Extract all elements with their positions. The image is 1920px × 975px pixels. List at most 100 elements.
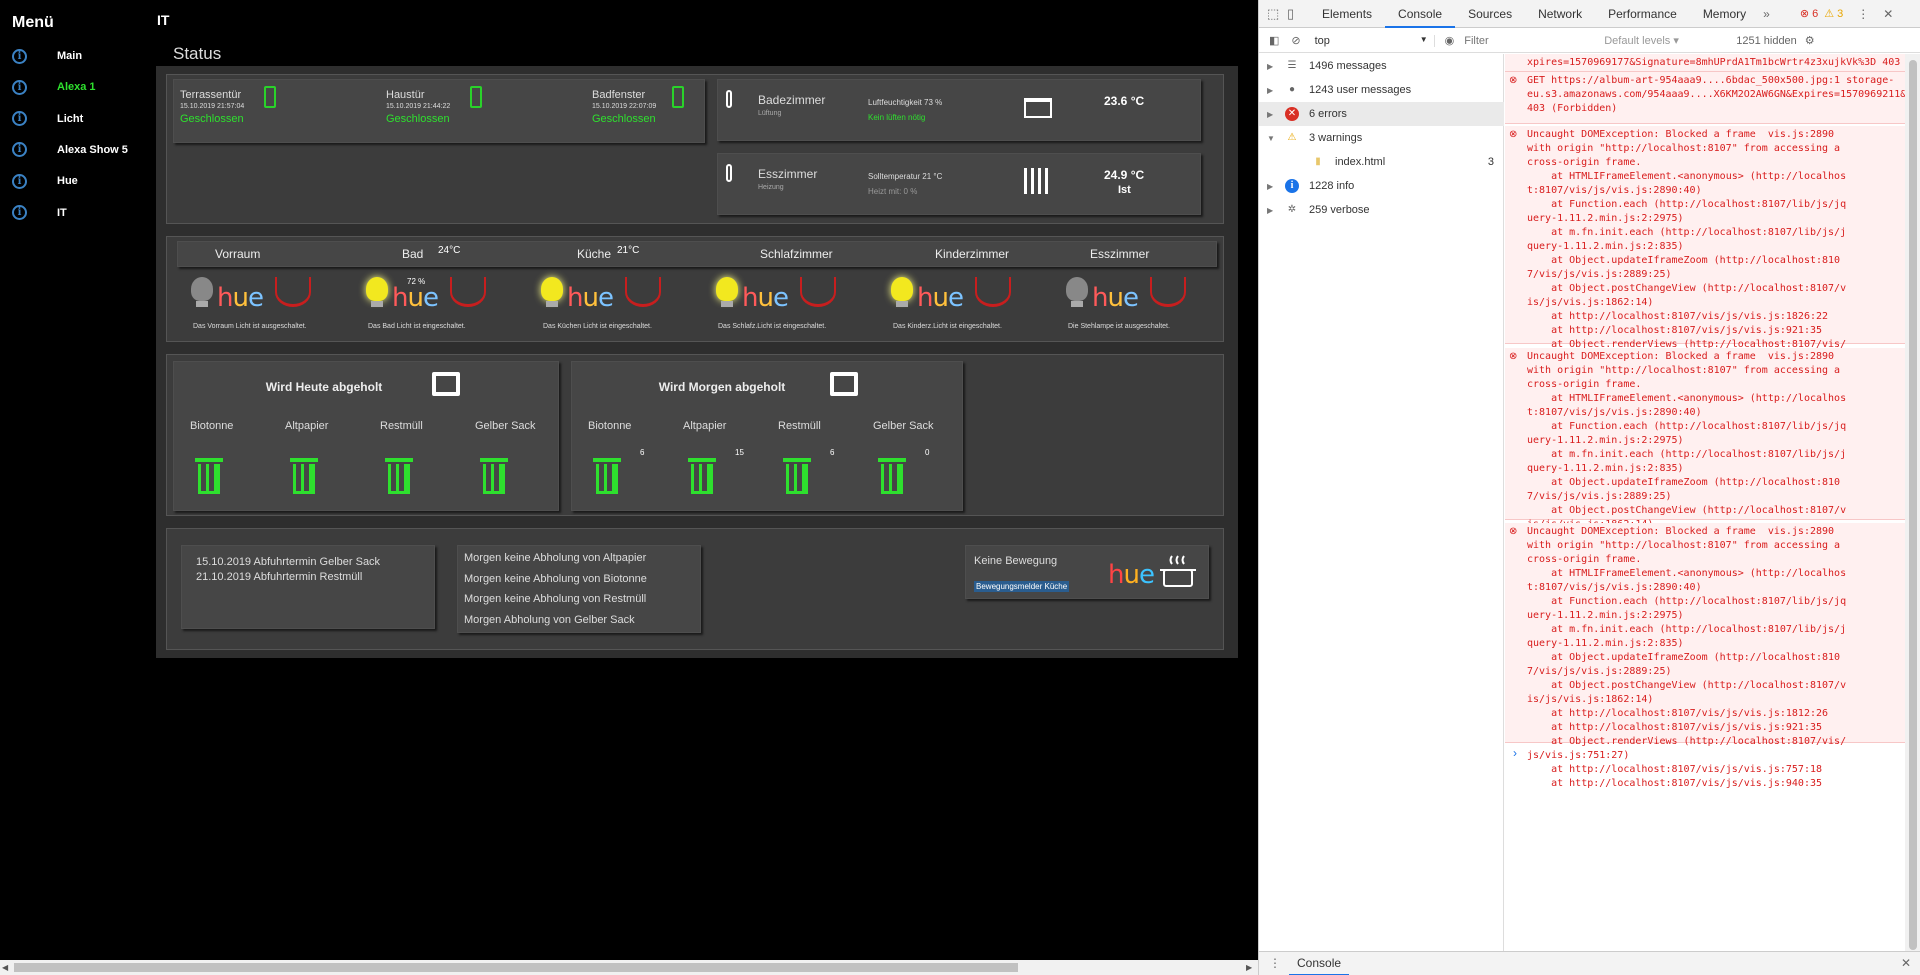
horizontal-scrollbar[interactable]: ◀ ▶ <box>0 960 1258 975</box>
climate-card-dining: Esszimmer Heizung Solltemperatur 21 °C Heiz… <box>717 153 1201 215</box>
door-time: 15.10.2019 21:57:04 <box>180 103 245 110</box>
bin-body <box>483 464 505 494</box>
drawer-menu-icon[interactable]: ⋮ <box>1269 956 1281 970</box>
log-text: GET https://album-art-954aaa9....6bdac_5… <box>1527 75 1905 114</box>
context-select[interactable]: top ▼ <box>1315 34 1435 47</box>
devtools-tab-elements[interactable]: Elements <box>1309 0 1385 28</box>
devtools-tab-memory[interactable]: Memory <box>1690 0 1759 28</box>
light-tile[interactable]: Schlafzimmer hue Das Schlafz.Licht ist ein… <box>712 237 887 341</box>
schedule-entry: 21.10.2019 Abfuhrtermin Restmüll <box>196 571 363 583</box>
menu-item-licht[interactable]: i Licht <box>12 107 83 131</box>
console-log-forbidden[interactable]: xpires=1570969177&Signature=8mhUPrdA1Tm1… <box>1505 54 1905 72</box>
console-scrollbar[interactable] <box>1905 54 1920 961</box>
console-filter---warnings[interactable]: ▼ ⚠ 3 warnings <box>1259 126 1504 150</box>
trash-bin-icon <box>782 454 812 494</box>
bulb-base <box>721 301 733 307</box>
menu-item-main[interactable]: i Main <box>12 44 82 68</box>
scroll-right-icon[interactable]: ▶ <box>1246 963 1252 972</box>
devtools-tab-network[interactable]: Network <box>1525 0 1595 28</box>
light-tile[interactable]: Küche 21°C hue Das Küchen Licht ist eingesc… <box>537 237 712 341</box>
drawer-close-icon[interactable]: ✕ <box>1901 956 1911 970</box>
section-title: Status <box>173 44 222 63</box>
climate-info: Solltemperatur 21 °C <box>868 172 943 181</box>
menu-item-it[interactable]: i IT <box>12 201 67 225</box>
filter-input[interactable] <box>1464 34 1605 47</box>
expand-arrow-icon[interactable]: ▼ <box>1267 134 1285 143</box>
light-tile[interactable]: Bad 24°C 72 % hue Das Bad Licht ist eingesch… <box>362 237 537 341</box>
pickup-note: Morgen keine Abholung von Altpapier <box>464 552 647 564</box>
console-filter------info[interactable]: ▶ i 1228 info <box>1259 174 1504 198</box>
trash-bin-icon <box>384 454 414 494</box>
console-filter-----verbose[interactable]: ▶ ✲ 259 verbose <box>1259 198 1504 222</box>
inspect-icon[interactable]: ⬚ <box>1267 6 1287 22</box>
bug-icon: ✲ <box>1287 204 1297 215</box>
devtools-tab-sources[interactable]: Sources <box>1455 0 1525 28</box>
expand-arrow-icon[interactable]: ▶ <box>1267 62 1285 71</box>
error-count-badge[interactable]: ⊗ 6 <box>1800 7 1818 20</box>
screen: Menü i Main i Alexa 1 i Licht i Alexa Show 5 i Hu… <box>0 0 1920 975</box>
console-filter------user-messages[interactable]: ▶ ● 1243 user messages <box>1259 78 1504 102</box>
menu-item-label: Alexa 1 <box>57 81 96 94</box>
drawer-tab-console[interactable]: Console <box>1289 952 1350 975</box>
clear-console-icon[interactable]: ⊘ <box>1291 34 1300 47</box>
menu-item-hue[interactable]: i Hue <box>12 169 78 193</box>
sidebar-menu: Menü i Main i Alexa 1 i Licht i Alexa Show 5 i Hu… <box>0 0 150 960</box>
console-log-exception[interactable]: ⊗ Uncaught DOMException: Blocked a frame … <box>1505 348 1905 614</box>
bulb-base <box>546 301 558 307</box>
warning-count-badge[interactable]: ⚠ 3 <box>1824 7 1843 20</box>
contact-sensor-icon <box>672 86 684 108</box>
menu-item-alexa-1[interactable]: i Alexa 1 <box>12 75 96 99</box>
console-log-get-error[interactable]: ⊗ GET https://album-art-954aaa9....6bdac_… <box>1505 72 1905 124</box>
light-tile[interactable]: Vorraum hue Das Vorraum Licht ist ausgesch… <box>187 237 362 341</box>
bin-label: Altpapier <box>285 420 329 432</box>
light-tile[interactable]: Kinderzimmer hue Das Kinderz.Licht ist ein… <box>887 237 1062 341</box>
expand-arrow-icon[interactable]: ▶ <box>1267 182 1285 191</box>
scroll-left-icon[interactable]: ◀ <box>2 963 8 972</box>
expand-arrow-icon[interactable]: ▶ <box>1267 86 1285 95</box>
expand-arrow-icon[interactable]: ▶ <box>1267 110 1285 119</box>
days-until-pickup: 15 <box>735 448 744 457</box>
expand-arrow-icon[interactable]: ▶ <box>1267 206 1285 215</box>
status-panel: Terrassentür 15.10.2019 21:57:04 Geschloss… <box>166 74 1224 224</box>
motion-state: Keine Bewegung <box>974 555 1058 567</box>
devtools-menu-icon[interactable]: ⋮ <box>1857 7 1869 21</box>
scrollbar-thumb[interactable] <box>14 963 1018 972</box>
radiator-icon <box>1024 168 1052 194</box>
trash-bin-icon <box>194 454 224 494</box>
info-icon: i <box>12 79 27 95</box>
light-status-text: Die Stehlampe ist ausgeschaltet. <box>1068 323 1170 330</box>
console-scroll-thumb[interactable] <box>1909 60 1917 950</box>
devtools-tab-performance[interactable]: Performance <box>1595 0 1690 28</box>
eye-icon[interactable]: ◉ <box>1445 34 1455 47</box>
bin-lid <box>688 458 716 462</box>
device-toggle-icon[interactable]: ▯ <box>1287 6 1309 22</box>
garbage-truck-icon <box>830 372 858 396</box>
user-icon: ● <box>1288 84 1296 95</box>
drawer-bar: ⋮ Console ✕ <box>1259 951 1920 975</box>
menu-item-alexa-show-5[interactable]: i Alexa Show 5 <box>12 138 128 162</box>
console-sidebar: ▶ ☰ 1496 messages ▶ ● 1243 user messages ▶ ✕ 6 e… <box>1259 54 1504 961</box>
light-tile[interactable]: Esszimmer hue Die Stehlampe ist ausgeschal… <box>1062 237 1237 341</box>
ceiling-lamp-icon <box>450 277 486 307</box>
levels-select[interactable]: Default levels ▾ <box>1604 34 1704 47</box>
console-prompt[interactable]: › <box>1513 746 1517 760</box>
console-filter-index-html[interactable]: ▮ index.html 3 <box>1259 150 1504 174</box>
more-tabs-icon[interactable]: » <box>1763 7 1770 21</box>
sidebar-toggle-icon[interactable]: ◧ <box>1269 34 1279 47</box>
console-filter---errors[interactable]: ▶ ✕ 6 errors <box>1259 102 1504 126</box>
door-state: Geschlossen <box>180 113 244 125</box>
devtools-close-icon[interactable]: ✕ <box>1883 7 1893 21</box>
console-log-exception[interactable]: ⊗ Uncaught DOMException: Blocked a frame … <box>1505 126 1905 392</box>
devtools-tab-console[interactable]: Console <box>1385 0 1456 28</box>
console-log-exception[interactable]: ⊗ Uncaught DOMException: Blocked a frame … <box>1505 523 1905 789</box>
bin-body <box>293 464 315 494</box>
filter-label: 1496 messages <box>1309 60 1387 72</box>
settings-gear-icon[interactable]: ⚙ <box>1805 34 1815 47</box>
light-bulb-icon <box>716 277 738 301</box>
bin-lid <box>290 458 318 462</box>
menu-title: Menü <box>12 14 54 31</box>
console-filter------messages[interactable]: ▶ ☰ 1496 messages <box>1259 54 1504 78</box>
console-messages: xpires=1570969177&Signature=8mhUPrdA1Tm1… <box>1505 54 1905 961</box>
room-name: Esszimmer <box>758 167 818 181</box>
ceiling-lamp-icon <box>1150 277 1186 307</box>
